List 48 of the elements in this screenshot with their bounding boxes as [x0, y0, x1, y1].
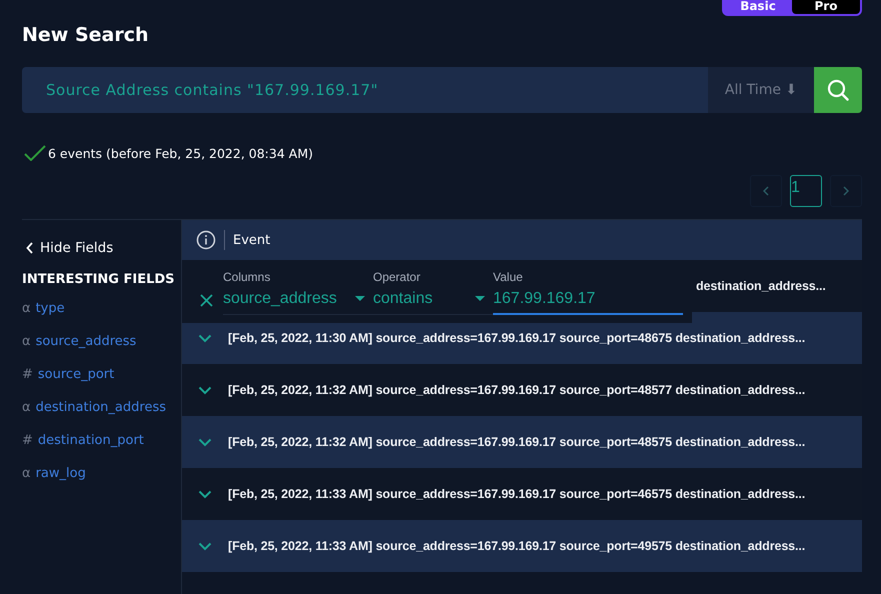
- dropdown-arrow-icon: [355, 296, 365, 302]
- field-type-symbol: #: [22, 367, 33, 384]
- page-title: New Search: [22, 24, 149, 46]
- columns-label: Columns: [223, 270, 272, 284]
- chevron-left-icon: [26, 242, 34, 254]
- field-link[interactable]: source_port: [38, 367, 114, 400]
- field-link[interactable]: type: [36, 301, 65, 334]
- chevron-down-icon[interactable]: [198, 438, 212, 446]
- hide-fields-button[interactable]: Hide Fields: [22, 240, 114, 256]
- field-type-symbol: α: [22, 334, 31, 351]
- time-range-dropdown[interactable]: All Time ⬇: [708, 67, 814, 113]
- value-input-field[interactable]: 167.99.169.17: [493, 290, 683, 315]
- field-link[interactable]: destination_address: [36, 400, 166, 433]
- search-button[interactable]: [814, 67, 862, 113]
- chevron-down-icon[interactable]: [198, 490, 212, 498]
- field-type-symbol: α: [22, 400, 31, 417]
- check-icon: [24, 145, 46, 161]
- info-icon: [196, 230, 216, 250]
- column-header: Event: [233, 232, 270, 248]
- search-field[interactable]: Source Address contains "167.99.169.17": [22, 67, 708, 113]
- chevron-left-icon: [763, 186, 769, 196]
- results-summary: 6 events (before Feb, 25, 2022, 08:34 AM): [48, 146, 313, 160]
- event-text: [Feb, 25, 2022, 11:33 AM] source_address=167.99.169.17 source_port=46575 destination_address...: [228, 487, 806, 501]
- search-icon: [827, 79, 849, 101]
- event-text: [Feb, 25, 2022, 11:32 AM] source_address=167.99.169.17 source_port=48575 destination_address...: [228, 435, 806, 449]
- fields-heading: INTERESTING FIELDS: [22, 272, 176, 287]
- operator-select[interactable]: contains: [373, 290, 493, 315]
- value-label: Value: [493, 270, 524, 284]
- page-button[interactable]: 1: [790, 175, 822, 207]
- event-text: [Feb, 25, 2022, 11:32 AM] source_address=167.99.169.17 source_port=48577 destination_address...: [228, 383, 806, 397]
- field-link[interactable]: source_address: [36, 334, 136, 367]
- event-text: destination_address...: [696, 279, 826, 293]
- dropdown-arrow-icon: [475, 296, 485, 302]
- chevron-down-icon[interactable]: [198, 542, 212, 550]
- chevron-down-icon[interactable]: [198, 334, 212, 342]
- mode-tab[interactable]: Pro: [792, 0, 860, 14]
- field-type-symbol: #: [22, 433, 33, 450]
- chevron-down-icon[interactable]: [198, 386, 212, 394]
- event-text: [Feb, 25, 2022, 11:33 AM] source_address=167.99.169.17 source_port=49575 destination_address...: [228, 539, 806, 553]
- field-type-symbol: α: [22, 466, 31, 483]
- column-select[interactable]: source_address: [223, 290, 373, 315]
- chevron-right-icon: [843, 186, 849, 196]
- field-type-symbol: α: [22, 301, 31, 318]
- event-text: [Feb, 25, 2022, 11:30 AM] source_address=167.99.169.17 source_port=48675 destination_address...: [228, 331, 806, 345]
- operator-label: Operator: [373, 270, 422, 284]
- close-icon[interactable]: [200, 294, 213, 307]
- field-link[interactable]: destination_port: [38, 433, 144, 466]
- field-link[interactable]: raw_log: [36, 466, 86, 499]
